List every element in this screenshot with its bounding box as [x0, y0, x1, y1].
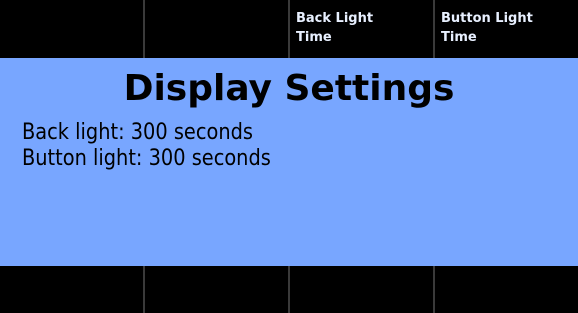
- back-light-time-softkey[interactable]: Back Light Time: [290, 0, 435, 58]
- back-light-time-label-line-1: Back Light: [296, 11, 374, 26]
- page-title: Display Settings: [123, 68, 455, 109]
- softkey-bottom-4[interactable]: [435, 266, 578, 313]
- softkey-bottom-2[interactable]: [145, 266, 290, 313]
- softkey-bottom-3[interactable]: [290, 266, 435, 313]
- back-light-time-label-line-2: Time: [296, 30, 332, 45]
- top-softkey-bar: Back Light Time Button Light Time: [0, 0, 578, 58]
- softkey-bottom-1[interactable]: [0, 266, 145, 313]
- display-screen: Display Settings Back light: 300 seconds…: [0, 58, 578, 266]
- button-light-time-label-line-1: Button Light: [441, 11, 533, 26]
- softkey-top-2[interactable]: [145, 0, 290, 58]
- button-light-time-label-line-2: Time: [441, 30, 477, 45]
- back-light-setting: Back light: 300 seconds: [22, 120, 253, 145]
- button-light-time-softkey[interactable]: Button Light Time: [435, 0, 578, 58]
- softkey-top-1[interactable]: [0, 0, 145, 58]
- bottom-softkey-bar: [0, 266, 578, 313]
- button-light-setting: Button light: 300 seconds: [22, 146, 271, 171]
